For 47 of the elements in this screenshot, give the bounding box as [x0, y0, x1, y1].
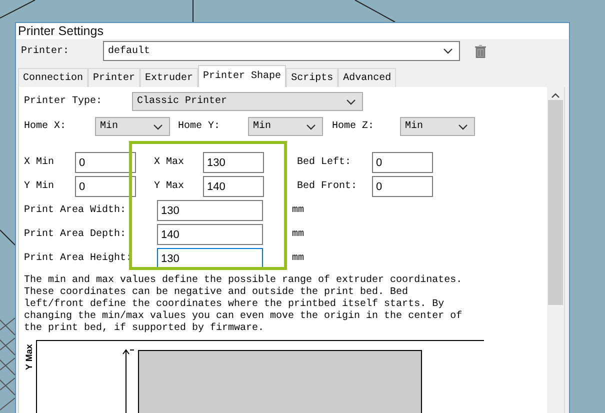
- input-field[interactable]: 130: [203, 152, 264, 173]
- tab[interactable]: Scripts: [286, 68, 338, 87]
- field-label: Print Area Depth:: [24, 229, 128, 240]
- input-field[interactable]: 130: [157, 200, 263, 221]
- unit-label: mm: [292, 229, 304, 240]
- input-field[interactable]: 130: [157, 248, 263, 269]
- printer-type-dropdown[interactable]: Classic Printer: [132, 92, 363, 111]
- trash-icon[interactable]: [475, 44, 486, 58]
- caret-icon: [346, 98, 356, 104]
- tab[interactable]: Advanced: [338, 68, 396, 87]
- field-label: Home Y:: [178, 121, 222, 132]
- tab[interactable]: Printer: [88, 68, 140, 87]
- caret-icon: [458, 124, 468, 130]
- home-dropdown[interactable]: Min: [248, 117, 323, 136]
- field-label: Printer Type:: [24, 96, 104, 107]
- unit-label: mm: [292, 205, 304, 216]
- input-field[interactable]: 0: [372, 176, 433, 197]
- caret-icon: [443, 48, 453, 54]
- scrollbar[interactable]: [547, 87, 564, 413]
- input-field[interactable]: 0: [75, 152, 136, 173]
- field-label: Y Min: [24, 181, 56, 192]
- caret-icon: [306, 124, 316, 130]
- field-label: Print Area Height:: [24, 253, 134, 264]
- input-field[interactable]: 140: [157, 224, 263, 245]
- field-label: Bed Left:: [297, 157, 352, 168]
- field-label: Home X:: [24, 121, 68, 132]
- unit-label: mm: [292, 253, 304, 264]
- home-dropdown[interactable]: Min: [400, 117, 475, 136]
- axis-label: Y Max: [24, 344, 34, 370]
- printer-label: Printer:: [21, 46, 70, 56]
- field-label: X Min: [24, 157, 56, 168]
- input-field[interactable]: 0: [75, 176, 136, 197]
- home-dropdown[interactable]: Min: [95, 117, 170, 136]
- input-field[interactable]: 140: [203, 176, 264, 197]
- window-title: Printer Settings: [18, 24, 104, 38]
- field-label: Home Z:: [332, 121, 376, 132]
- printer-dropdown[interactable]: default: [103, 41, 460, 61]
- tab[interactable]: Connection: [18, 68, 88, 87]
- caret-icon: [153, 124, 163, 130]
- input-field[interactable]: 0: [372, 152, 433, 173]
- field-label: Print Area Width:: [24, 205, 128, 216]
- field-label: Bed Front:: [297, 181, 358, 192]
- tab[interactable]: Extruder: [140, 68, 198, 87]
- description-text: The min and max values define the possible range of extruder coordinates. These coordinates can be negative and outside the print bed. Bed left/front define the coordinates where the printbed itself starts. By changing the min/max values you can even move the origin in the center of the print bed, if supported by firmware.: [24, 275, 464, 335]
- tab[interactable]: Printer Shape: [198, 65, 286, 87]
- field-label: Y Max: [154, 181, 186, 192]
- field-label: X Max: [154, 157, 186, 168]
